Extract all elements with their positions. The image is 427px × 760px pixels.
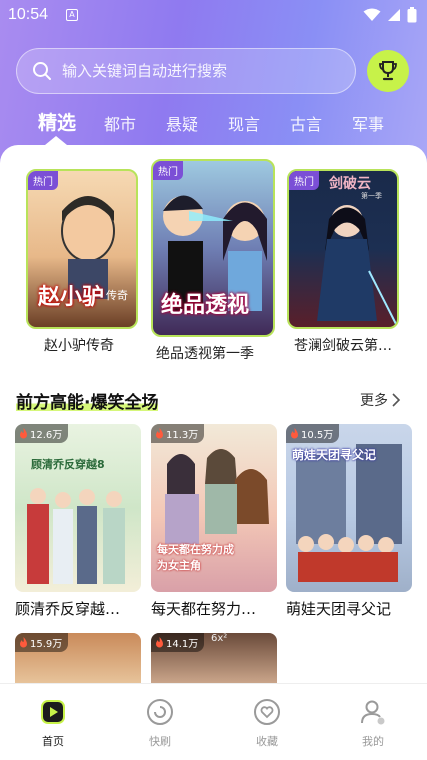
user-icon [361,700,385,725]
grid-cover: 萌娃天团寻父记 10.5万 [286,424,412,592]
tab-military[interactable]: 军事 [352,111,384,135]
heat-count: 10.5万 [301,430,334,441]
more-link[interactable]: 更多 [360,390,401,410]
featured-item[interactable]: 热门 剑破云 第一季 苍澜剑破云第… [287,169,399,359]
heat-badge: 14.1万 [151,633,205,652]
nav-profile[interactable]: 我的 [343,698,403,749]
cover-title-art: 6x² [211,633,228,644]
list-item[interactable]: 15.9万 [15,633,141,683]
cover-title-art: 剑破云 [329,176,371,192]
more-label: 更多 [360,393,388,409]
grid-cover: 15.9万 [15,633,141,683]
grid-cover: 6x² 14.1万 [151,633,277,683]
featured-cover: 热门 赵小驴 传奇 [26,169,138,329]
tab-modern-romance[interactable]: 现言 [228,111,260,135]
featured-item[interactable]: 热门 赵小驴 传奇 赵小驴传奇 [26,169,138,359]
grid-title: 萌娃天团寻父记 [286,600,392,618]
cover-title-art: 每天都在努力成为女主角 [157,543,234,572]
heat-badge: 11.3万 [151,424,205,443]
cover-subtitle-art: 传奇 [106,289,128,302]
grid-title: 顾清乔反穿越… [15,600,121,618]
list-item[interactable]: 顾清乔反穿越8 12.6万 顾清乔反穿越… [15,424,141,619]
flame-icon [20,428,27,439]
grid-cover: 每天都在努力成为女主角 11.3万 [151,424,277,592]
app-notification-icon: A [66,9,78,21]
featured-title: 苍澜剑破云第… [294,338,392,354]
cover-title-art: 顾清乔反穿越8 [31,458,105,471]
hot-badge: 热门 [289,171,319,190]
play-home-icon [41,700,65,724]
status-bar: 10:54 A [0,0,427,32]
chevron-right-icon [392,393,401,407]
battery-icon [407,7,417,23]
featured-cover: 热门 剑破云 第一季 [287,169,399,329]
featured-title: 绝品透视第一季 [156,346,254,362]
search-icon [33,62,51,80]
nav-favorites[interactable]: 收藏 [237,698,297,749]
nav-label: 快刷 [149,735,171,748]
refresh-circle-icon [147,699,173,725]
signal-icon [388,9,400,21]
cover-title-art: 萌娃天团寻父记 [292,448,377,462]
search-input[interactable] [62,62,332,80]
cover-title-art: 绝品透视 [161,293,250,318]
tab-indicator [45,136,67,145]
heart-circle-icon [254,699,280,725]
cover-title-art: 赵小驴 [38,285,105,310]
heat-badge: 12.6万 [15,424,69,443]
heat-count: 11.3万 [166,430,199,441]
list-item[interactable]: 萌娃天团寻父记 10.5万 萌娃天团寻父记 [286,424,412,619]
tab-ancient-romance[interactable]: 古言 [290,111,322,135]
search-bar[interactable] [16,48,356,94]
tab-suspense[interactable]: 悬疑 [166,111,198,135]
nav-label: 收藏 [256,735,278,748]
cover-subtitle-art: 第一季 [361,192,382,200]
list-item[interactable]: 每天都在努力成为女主角 11.3万 每天都在努力… [151,424,277,619]
grid-title: 每天都在努力… [151,600,257,618]
flame-icon [291,428,298,439]
featured-item[interactable]: 热门 绝品透视 绝品透视第一季 [151,159,275,364]
cartoon-illustration [27,488,125,584]
heat-badge: 10.5万 [286,424,340,443]
heat-count: 15.9万 [30,639,63,650]
nav-label: 我的 [362,735,384,748]
heat-count: 12.6万 [30,430,63,441]
tab-urban[interactable]: 都市 [104,111,136,135]
list-item[interactable]: 6x² 14.1万 [151,633,277,683]
featured-cover: 热门 绝品透视 [151,159,275,337]
wifi-icon [363,8,381,21]
tab-featured[interactable]: 精选 [38,108,76,135]
nav-label: 首页 [42,735,64,748]
status-time: 10:54 [8,6,49,23]
heat-badge: 15.9万 [15,633,69,652]
hot-badge: 热门 [28,171,58,190]
featured-title: 赵小驴传奇 [44,338,114,354]
flame-icon [156,428,163,439]
grid-cover: 顾清乔反穿越8 12.6万 [15,424,141,592]
flame-icon [20,637,27,648]
section-title: 前方高能·爆笑全场 [16,388,159,413]
nav-quick-browse[interactable]: 快刷 [130,698,190,749]
nav-home[interactable]: 首页 [23,698,83,749]
ranking-button[interactable] [367,50,409,92]
cartoon-illustration [317,205,397,327]
flame-icon [156,637,163,648]
hot-badge: 热门 [153,161,183,180]
bottom-navigation: 首页 快刷 收藏 我的 [0,683,427,760]
heat-count: 14.1万 [166,639,199,650]
trophy-icon [379,61,397,81]
status-icons [363,7,417,23]
